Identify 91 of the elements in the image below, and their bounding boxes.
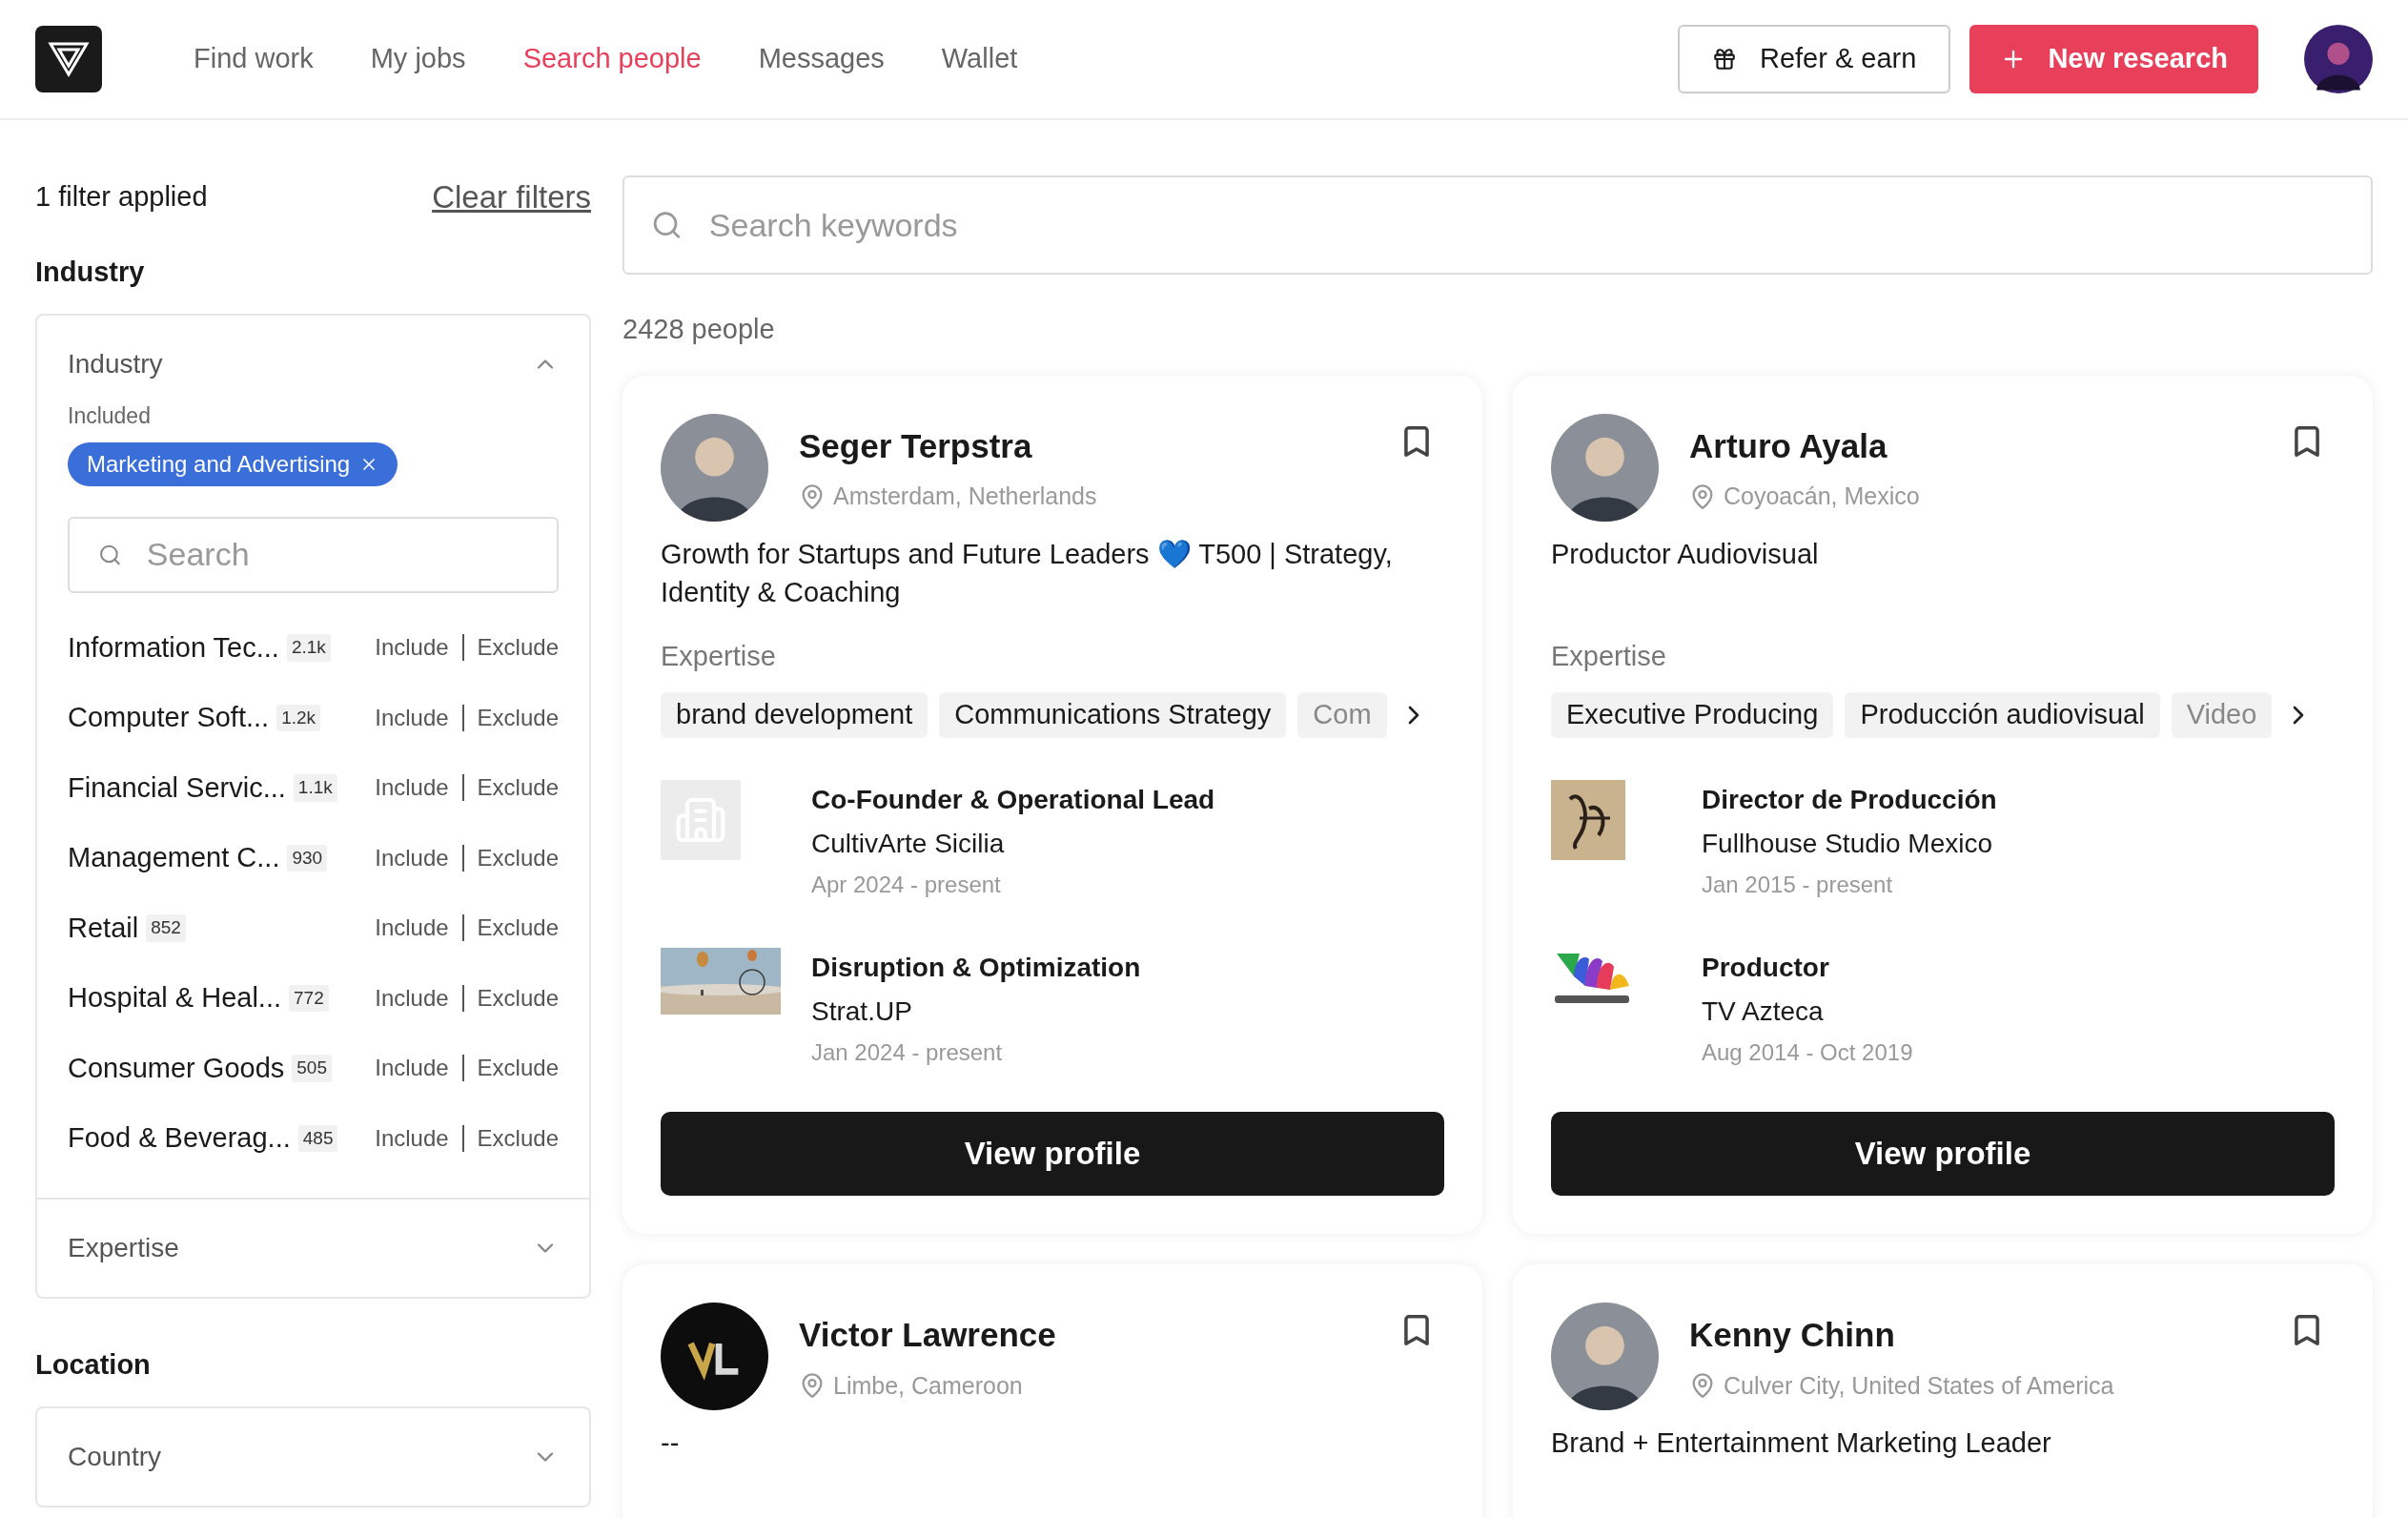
gift-icon bbox=[1711, 47, 1737, 72]
location-text: Coyoacán, Mexico bbox=[1724, 482, 1920, 511]
search-input[interactable]: Search bbox=[146, 530, 528, 579]
include-link[interactable]: Include bbox=[375, 770, 449, 806]
count-badge: 772 bbox=[289, 984, 329, 1012]
refer-button[interactable]: Refer & earn bbox=[1677, 25, 1951, 93]
industry-name[interactable]: Food & Beverag... bbox=[68, 1118, 291, 1159]
headline-text: Productor Audiovisual bbox=[1551, 537, 1820, 571]
count-badge: 2.1k bbox=[286, 634, 331, 662]
industry-name[interactable]: Consumer Goods bbox=[68, 1047, 285, 1089]
company-name: TV Azteca bbox=[1702, 995, 1825, 1028]
expertise-label: Expertise bbox=[661, 639, 777, 673]
nav-link[interactable]: Wallet bbox=[941, 38, 1018, 80]
job-title: Disruption & Optimization bbox=[811, 952, 1141, 984]
expertise-tag: Com bbox=[1297, 692, 1387, 738]
view-profile-button[interactable]: View profile bbox=[1551, 1112, 2335, 1196]
exclude-link[interactable]: Exclude bbox=[477, 840, 559, 875]
person-name[interactable]: Victor Lawrence bbox=[799, 1310, 1398, 1361]
job-title: Productor bbox=[1702, 952, 1830, 984]
job-dates: Aug 2014 - Oct 2019 bbox=[1702, 1038, 1913, 1067]
person-name[interactable]: Seger Terpstra bbox=[799, 421, 1398, 471]
count-badge: 505 bbox=[292, 1055, 332, 1082]
industry-name[interactable]: Management C... bbox=[68, 837, 280, 879]
nav-link[interactable]: Messages bbox=[758, 38, 885, 80]
company-name: Fullhouse Studio Mexico bbox=[1702, 828, 1994, 860]
industry-name[interactable]: Retail bbox=[68, 907, 139, 949]
industry-name[interactable]: Information Tec... bbox=[68, 626, 279, 668]
nav-link[interactable]: Find work bbox=[194, 38, 314, 80]
company-name: Strat.UP bbox=[811, 995, 913, 1028]
location-text: Limbe, Cameroon bbox=[833, 1370, 1023, 1401]
include-link[interactable]: Include bbox=[375, 1051, 449, 1086]
industry-name[interactable]: Financial Servic... bbox=[68, 767, 286, 809]
panel-title[interactable]: Country bbox=[68, 1437, 162, 1477]
expertise-label: Expertise bbox=[1551, 639, 1667, 673]
search-field[interactable]: Search bbox=[68, 516, 559, 593]
exclude-link[interactable]: Exclude bbox=[477, 911, 559, 946]
industry-name[interactable]: Computer Soft... bbox=[68, 697, 270, 739]
job-dates: Jan 2015 - present bbox=[1702, 871, 1894, 899]
included-label: Included bbox=[68, 402, 152, 430]
filter-chip[interactable]: Marketing and Advertising bbox=[68, 441, 398, 486]
expertise-tag: Communications Strategy bbox=[939, 692, 1287, 738]
headline-text: Growth for Startups and Future Leaders 💙 T500 | Strategy, Identity & Coaching bbox=[661, 537, 1394, 609]
count-badge: 1.2k bbox=[276, 704, 321, 731]
include-link[interactable]: Include bbox=[375, 840, 449, 875]
person-name[interactable]: Kenny Chinn bbox=[1689, 1310, 2289, 1361]
exclude-link[interactable]: Exclude bbox=[477, 980, 559, 1015]
include-link[interactable]: Include bbox=[375, 1120, 449, 1156]
nav-link[interactable]: Search people bbox=[522, 38, 702, 80]
new-research-button[interactable]: New research bbox=[1969, 25, 2258, 93]
app-logo[interactable] bbox=[35, 26, 102, 92]
include-link[interactable]: Include bbox=[375, 980, 449, 1015]
section-heading: Location bbox=[35, 1347, 152, 1382]
panel-title[interactable]: Expertise bbox=[68, 1227, 179, 1268]
search-icon bbox=[651, 209, 683, 241]
location-text: Culver City, United States of America bbox=[1724, 1370, 2114, 1401]
job-title: Director de Producción bbox=[1702, 784, 1997, 816]
avatar[interactable] bbox=[2304, 25, 2373, 93]
exclude-link[interactable]: Exclude bbox=[477, 1120, 559, 1156]
job-dates: Jan 2024 - present bbox=[811, 1038, 1004, 1067]
count-badge: 852 bbox=[146, 914, 186, 942]
expertise-tag: Executive Producing bbox=[1551, 692, 1834, 738]
location-text: Amsterdam, Netherlands bbox=[833, 482, 1097, 511]
job-title: Co-Founder & Operational Lead bbox=[811, 784, 1215, 816]
expertise-tag: Video bbox=[2171, 692, 2273, 738]
person-name[interactable]: Arturo Ayala bbox=[1689, 421, 2289, 471]
panel-title[interactable]: Industry bbox=[68, 344, 163, 384]
count-badge: 930 bbox=[287, 844, 328, 872]
company-name: CultivArte Sicilia bbox=[811, 828, 1006, 860]
nav-link[interactable]: My jobs bbox=[370, 38, 466, 80]
headline-text: -- bbox=[661, 1426, 681, 1460]
exclude-link[interactable]: Exclude bbox=[477, 700, 559, 735]
exclude-link[interactable]: Exclude bbox=[477, 1051, 559, 1086]
count-badge: 485 bbox=[297, 1124, 338, 1152]
expertise-tag: Producción audiovisual bbox=[1845, 692, 2160, 738]
job-dates: Apr 2024 - present bbox=[811, 871, 1002, 899]
headline-text: Brand + Entertainment Marketing Leader bbox=[1551, 1426, 2052, 1460]
include-link[interactable]: Include bbox=[375, 911, 449, 946]
keyword-search-field[interactable]: Search keywords bbox=[622, 175, 2373, 275]
keyword-input[interactable]: Search keywords bbox=[708, 200, 2344, 250]
view-profile-button[interactable]: View profile bbox=[661, 1112, 1444, 1196]
clear-filters-link[interactable]: Clear filters bbox=[432, 174, 591, 221]
count-badge: 1.1k bbox=[293, 774, 337, 802]
include-link[interactable]: Include bbox=[375, 700, 449, 735]
expertise-tag: brand development bbox=[661, 692, 929, 738]
industry-name[interactable]: Hospital & Heal... bbox=[68, 977, 282, 1019]
filters-applied-text: 1 filter applied bbox=[35, 180, 208, 214]
exclude-link[interactable]: Exclude bbox=[477, 630, 559, 666]
section-heading: Industry bbox=[35, 255, 146, 289]
include-link[interactable]: Include bbox=[375, 630, 449, 666]
results-count: 2428 people bbox=[622, 313, 776, 346]
exclude-link[interactable]: Exclude bbox=[477, 770, 559, 806]
